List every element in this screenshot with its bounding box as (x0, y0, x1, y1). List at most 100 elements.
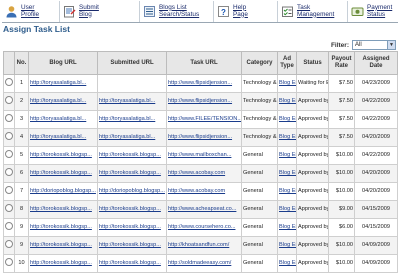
cell-task-url: http://www.flipsidjen​sion... (166, 92, 242, 111)
cell-ad-type-link[interactable]: Blog Entry (279, 152, 296, 158)
cell-blog-url-link[interactable]: http://torokossik.blogsp... (30, 224, 92, 230)
nav-task-management[interactable]: Task Management (278, 1, 348, 22)
cell-ad-type-link[interactable]: Blog Entry (279, 98, 296, 104)
nav-user-profile[interactable]: User Profile (2, 1, 60, 22)
cell-submitted-url-link[interactable]: http://torokossik.blogsp... (99, 242, 161, 248)
header-ad-type-line-2: Type (280, 63, 294, 69)
top-navigation: User Profile Submit Blog Blogs List Search/… (2, 1, 398, 23)
list-icon (144, 6, 155, 17)
cell-category: Technology & Gadgets (241, 92, 278, 111)
cell-task-url-link[interactable]: http://soldmadeeasy.com/ (168, 260, 231, 266)
cell-ad-type-link[interactable]: Blog Entry (279, 80, 296, 86)
task-table-body: 1 http://toryasalatiga.bl... http://www.fl… (3, 74, 398, 273)
cell-task-url-link[interactable]: http://www.flipsidjen​sion... (168, 80, 232, 86)
nav-blogs-list[interactable]: Blogs List Search/Status (140, 1, 214, 22)
cell-date: 04/15/2009 (354, 200, 398, 219)
cell-ad-type-link[interactable]: Blog Entry (279, 134, 296, 140)
row-select-radio[interactable] (5, 240, 13, 249)
row-select-radio[interactable] (5, 186, 13, 195)
cell-status: Approved by Admin (296, 164, 329, 183)
payment-icon (351, 7, 364, 16)
row-select-radio[interactable] (5, 96, 13, 105)
nav-help-page[interactable]: ? Help Page (214, 1, 278, 22)
cell-no: 10 (14, 254, 29, 273)
filter-select[interactable]: All ▼ (352, 40, 396, 50)
header-payout-line-2: Rate (334, 63, 348, 69)
cell-blog-url-link[interactable]: http://toryasalatiga.bl... (30, 80, 86, 86)
row-select-radio[interactable] (5, 258, 13, 267)
cell-blog-url: http://torokossik.blogsp... (28, 218, 98, 237)
cell-ad-type: Blog Entry (277, 164, 297, 183)
row-radio (3, 182, 15, 201)
cell-no: 8 (14, 200, 29, 219)
cell-status: Approved by Admin (296, 236, 329, 255)
cell-blog-url-link[interactable]: http://torokossik.blogsp... (30, 260, 92, 266)
cell-task-url-link[interactable]: http://www.acheapseat.co... (168, 206, 236, 212)
cell-blog-url-link[interactable]: http://doriopoblog.blogsp... (30, 188, 96, 194)
table-row: 8 http://torokossik.blogsp... http://torok… (3, 200, 398, 219)
cell-submitted-url-link[interactable]: http://torokossik.blogsp... (99, 224, 161, 230)
cell-task-url-link[interactable]: http://www.flipsidjen​sion... (168, 134, 232, 140)
cell-blog-url-link[interactable]: http://toryasalatiga.bl... (30, 134, 86, 140)
cell-payout: $10.00 (328, 146, 355, 165)
cell-no: 3 (14, 110, 29, 129)
cell-submitted-url-link[interactable]: http://torokossik.blogsp... (99, 170, 161, 176)
cell-task-url-link[interactable]: http://www.acobay.com (168, 188, 225, 194)
cell-blog-url-link[interactable]: http://torokossik.blogsp... (30, 242, 92, 248)
cell-ad-type-link[interactable]: Blog Entry (279, 206, 296, 212)
cell-blog-url-link[interactable]: http://torokossik.blogsp... (30, 152, 92, 158)
cell-ad-type: Blog Entry (277, 236, 297, 255)
cell-submitted-url: http://toryasalatiga.bl... (97, 92, 167, 111)
cell-payout: $9.00 (328, 200, 355, 219)
table-row: 1 http://toryasalatiga.bl... http://www.fl… (3, 74, 398, 93)
row-select-radio[interactable] (5, 150, 13, 159)
cell-ad-type-link[interactable]: Blog Entry (279, 188, 296, 194)
cell-submitted-url: http://torokossik.blogsp... (97, 146, 167, 165)
row-select-radio[interactable] (5, 168, 13, 177)
row-select-radio[interactable] (5, 132, 13, 141)
row-select-radio[interactable] (5, 222, 13, 231)
cell-category: Technology & Gadgets (241, 74, 278, 93)
cell-category: General (241, 254, 278, 273)
cell-blog-url-link[interactable]: http://toryasalatiga.bl... (30, 98, 86, 104)
cell-blog-url-link[interactable]: http://torokossik.blogsp... (30, 206, 92, 212)
cell-blog-url-link[interactable]: http://torokossik.blogsp... (30, 170, 92, 176)
cell-submitted-url-link[interactable]: http://doriopoblog.blogsp... (99, 188, 165, 194)
cell-task-url-link[interactable]: http://www.FILEE/TENSION... (168, 116, 241, 122)
cell-task-url-link[interactable]: http://www.acobay.com (168, 170, 225, 176)
cell-submitted-url-link[interactable]: http://toryasalatiga.bl... (99, 98, 155, 104)
cell-blog-url: http://torokossik.blogsp... (28, 164, 98, 183)
cell-status: Waiting for Entry (296, 74, 329, 93)
cell-no: 6 (14, 164, 29, 183)
user-icon (6, 6, 17, 18)
row-select-radio[interactable] (5, 114, 13, 123)
cell-ad-type-link[interactable]: Blog Entry (279, 242, 296, 248)
cell-no: 9 (14, 218, 29, 237)
cell-submitted-url-link[interactable]: http://torokossik.blogsp... (99, 152, 161, 158)
cell-submitted-url-link[interactable]: http://torokossik.blogsp... (99, 260, 161, 266)
row-select-radio[interactable] (5, 78, 13, 87)
cell-submitted-url-link[interactable]: http://toryasalatiga.bl... (99, 116, 155, 122)
table-row: 4 http://toryasalatiga.bl... http://toryas… (3, 128, 398, 147)
cell-task-url-link[interactable]: http://www.mailboxchan... (168, 152, 231, 158)
cell-submitted-url: http://torokossik.blogsp... (97, 236, 167, 255)
nav-payment-status[interactable]: Payment Status (348, 1, 398, 22)
cell-ad-type-link[interactable]: Blog Entry (279, 224, 296, 230)
row-radio (3, 146, 15, 165)
cell-submitted-url-link[interactable]: http://toryasalatiga.bl... (99, 134, 155, 140)
nav-submit-blog[interactable]: Submit Blog (60, 1, 140, 22)
row-select-radio[interactable] (5, 204, 13, 213)
cell-status: Approved by Admin (296, 218, 329, 237)
cell-task-url-link[interactable]: http://khoatsandfun.com/ (168, 242, 229, 248)
chevron-down-icon[interactable]: ▼ (387, 41, 395, 49)
header-no: No. (14, 51, 29, 75)
cell-status: Approved by Admin (296, 182, 329, 201)
cell-ad-type-link[interactable]: Blog Entry (279, 170, 296, 176)
cell-payout: $7.50 (328, 128, 355, 147)
cell-submitted-url-link[interactable]: http://torokossik.blogsp... (99, 206, 161, 212)
cell-ad-type-link[interactable]: Blog Entry (279, 260, 296, 266)
cell-blog-url-link[interactable]: http://toryasalatiga.bl... (30, 116, 86, 122)
cell-task-url-link[interactable]: http://www.flipsidjen​sion... (168, 98, 232, 104)
cell-ad-type-link[interactable]: Blog Entry (279, 116, 296, 122)
cell-task-url-link[interactable]: http://www.coursehero.co... (168, 224, 235, 230)
